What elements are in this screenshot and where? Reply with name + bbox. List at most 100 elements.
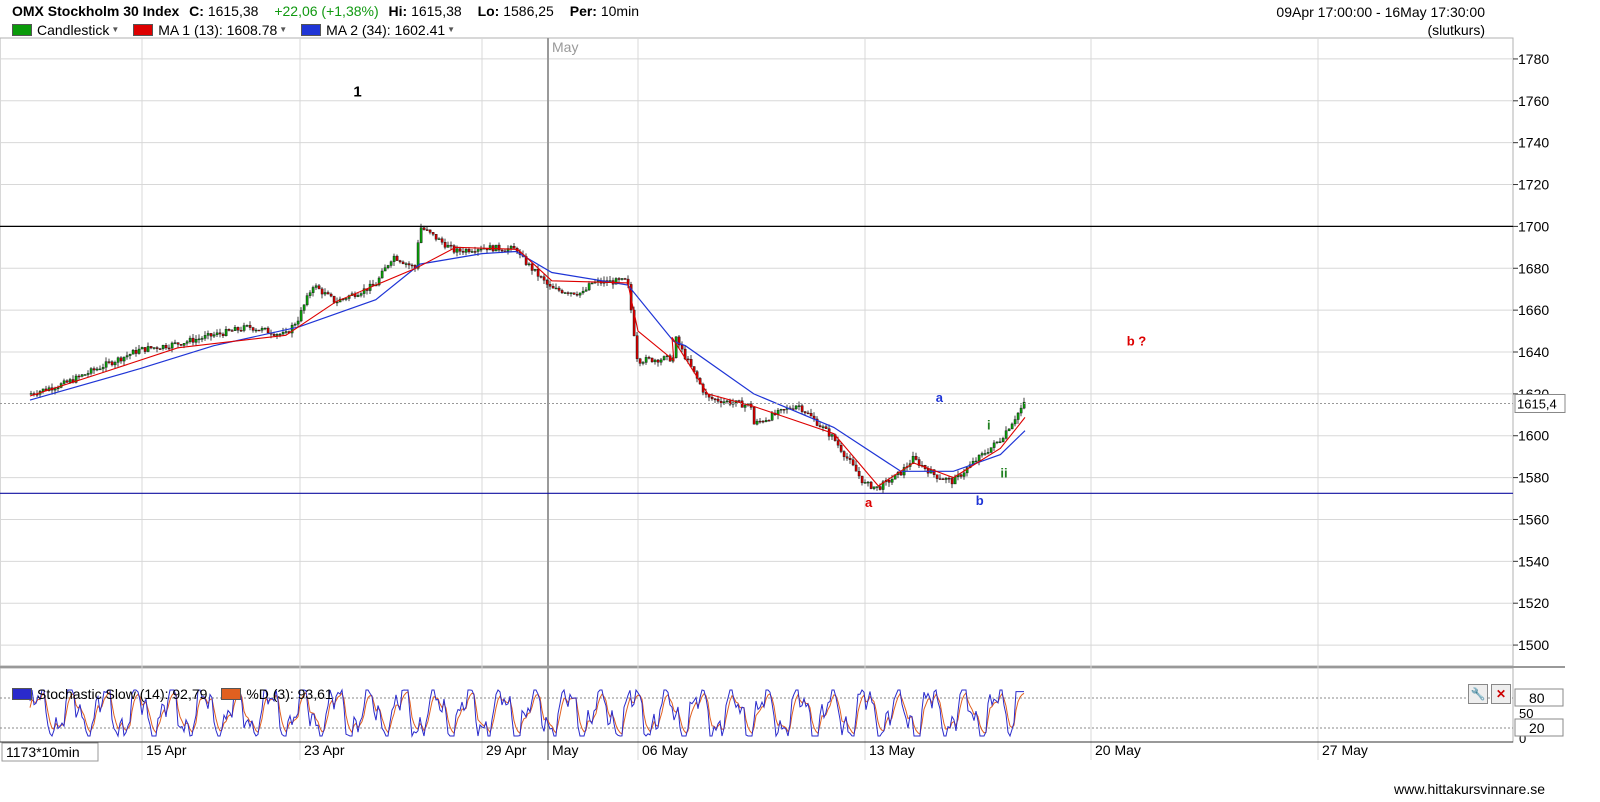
chevron-down-icon[interactable]: ▼: [447, 25, 455, 34]
candle-body: [164, 345, 168, 349]
legend-ma1[interactable]: MA 1 (13): 1608.78 ▼: [133, 22, 287, 38]
price-chart[interactable]: 1500152015401560158016001620164016601680…: [0, 0, 1600, 802]
candle-body: [581, 291, 585, 294]
candle-body: [587, 283, 591, 291]
candle-body: [218, 332, 222, 335]
candle-body: [173, 342, 177, 344]
candle-body: [92, 368, 96, 371]
candle-body: [758, 420, 762, 423]
high-label: Hi:: [388, 3, 408, 19]
candle-body: [836, 440, 840, 446]
candle-body: [434, 234, 438, 240]
candle-body: [839, 445, 843, 452]
candle-body: [437, 238, 441, 240]
candle-body: [206, 333, 210, 336]
candle-body: [326, 292, 330, 295]
candle-body: [245, 325, 249, 327]
candle-body: [641, 362, 645, 364]
candle-body: [713, 398, 717, 401]
candle-body: [563, 292, 567, 294]
candle-body: [575, 294, 579, 296]
candle-body: [1010, 423, 1014, 430]
candle-body: [680, 344, 684, 350]
candle-body: [167, 347, 171, 350]
candle-body: [842, 451, 846, 457]
candle-body: [125, 355, 129, 358]
bar-count-label: 1173*10min: [6, 744, 80, 760]
candle-body: [830, 434, 834, 437]
candle-body: [719, 401, 723, 404]
legend-stoch[interactable]: Stochastic Slow (14): 92,79: [12, 686, 207, 702]
candle-body: [545, 280, 549, 285]
y-tick-label: 1780: [1518, 51, 1549, 67]
candle-body: [266, 327, 270, 334]
candle-body: [752, 407, 756, 425]
candle-body: [824, 426, 828, 429]
candle-body: [305, 295, 309, 306]
candle-body: [974, 460, 978, 463]
candle-body: [200, 338, 204, 340]
chevron-down-icon[interactable]: ▼: [279, 25, 287, 34]
candle-body: [737, 400, 741, 402]
candle-body: [935, 474, 939, 479]
candle-body: [155, 347, 159, 349]
instrument-title: OMX Stockholm 30 Index: [12, 3, 180, 19]
candle-body: [98, 368, 102, 371]
candle-body: [419, 227, 423, 243]
candle-body: [395, 255, 399, 261]
candle-body: [431, 232, 435, 235]
legend-pctd[interactable]: %D (3): 93,61: [221, 686, 333, 702]
candle-body: [557, 287, 561, 291]
date-range: 09Apr 17:00:00 - 16May 17:30:00 (slutkur…: [1276, 3, 1485, 39]
legend-candlestick[interactable]: Candlestick ▼: [12, 22, 119, 38]
candle-body: [344, 298, 348, 300]
candle-body: [314, 285, 318, 288]
candle-body: [62, 380, 66, 384]
candle-body: [533, 269, 537, 271]
candle-body: [800, 405, 804, 412]
candle-body: [638, 358, 642, 364]
candle-body: [977, 454, 981, 462]
candle-body: [242, 325, 246, 331]
legend-ma2[interactable]: MA 2 (34): 1602.41 ▼: [301, 22, 455, 38]
candle-body: [398, 260, 402, 263]
candle-body: [470, 251, 474, 253]
candle-body: [986, 452, 990, 454]
candle-body: [710, 396, 714, 400]
wave-annotation: a: [936, 390, 944, 405]
candle-body: [113, 362, 117, 366]
candle-body: [101, 367, 105, 370]
candle-body: [821, 426, 825, 428]
candle-body: [1001, 438, 1005, 442]
x-tick-label: 13 May: [869, 742, 915, 758]
close-icon[interactable]: ✕: [1491, 684, 1511, 704]
pctd-swatch: [221, 688, 242, 700]
candle-body: [428, 229, 432, 233]
chevron-down-icon[interactable]: ▼: [111, 25, 119, 34]
candle-body: [845, 456, 849, 459]
x-tick-label: May: [552, 742, 578, 758]
candle-body: [461, 251, 465, 253]
x-tick-label: 29 Apr: [486, 742, 527, 758]
candle-body: [209, 333, 213, 337]
y-tick-label: 1720: [1518, 177, 1549, 193]
candle-body: [530, 263, 534, 271]
candle-body: [848, 458, 852, 460]
candle-body: [221, 333, 225, 337]
x-tick-label: 20 May: [1095, 742, 1141, 758]
candle-body: [959, 474, 963, 477]
candle-body: [230, 330, 234, 332]
candle-body: [764, 419, 768, 422]
candle-body: [392, 255, 396, 262]
candle-body: [644, 357, 648, 363]
candle-body: [566, 292, 570, 294]
candle-body: [86, 373, 90, 375]
candle-body: [479, 248, 483, 251]
wrench-icon[interactable]: 🔧: [1468, 684, 1488, 704]
candle-body: [260, 328, 264, 331]
candle-body: [458, 248, 462, 252]
candle-body: [236, 327, 240, 331]
candle-body: [83, 374, 87, 376]
candle-body: [569, 292, 573, 294]
candle-body: [203, 335, 207, 339]
